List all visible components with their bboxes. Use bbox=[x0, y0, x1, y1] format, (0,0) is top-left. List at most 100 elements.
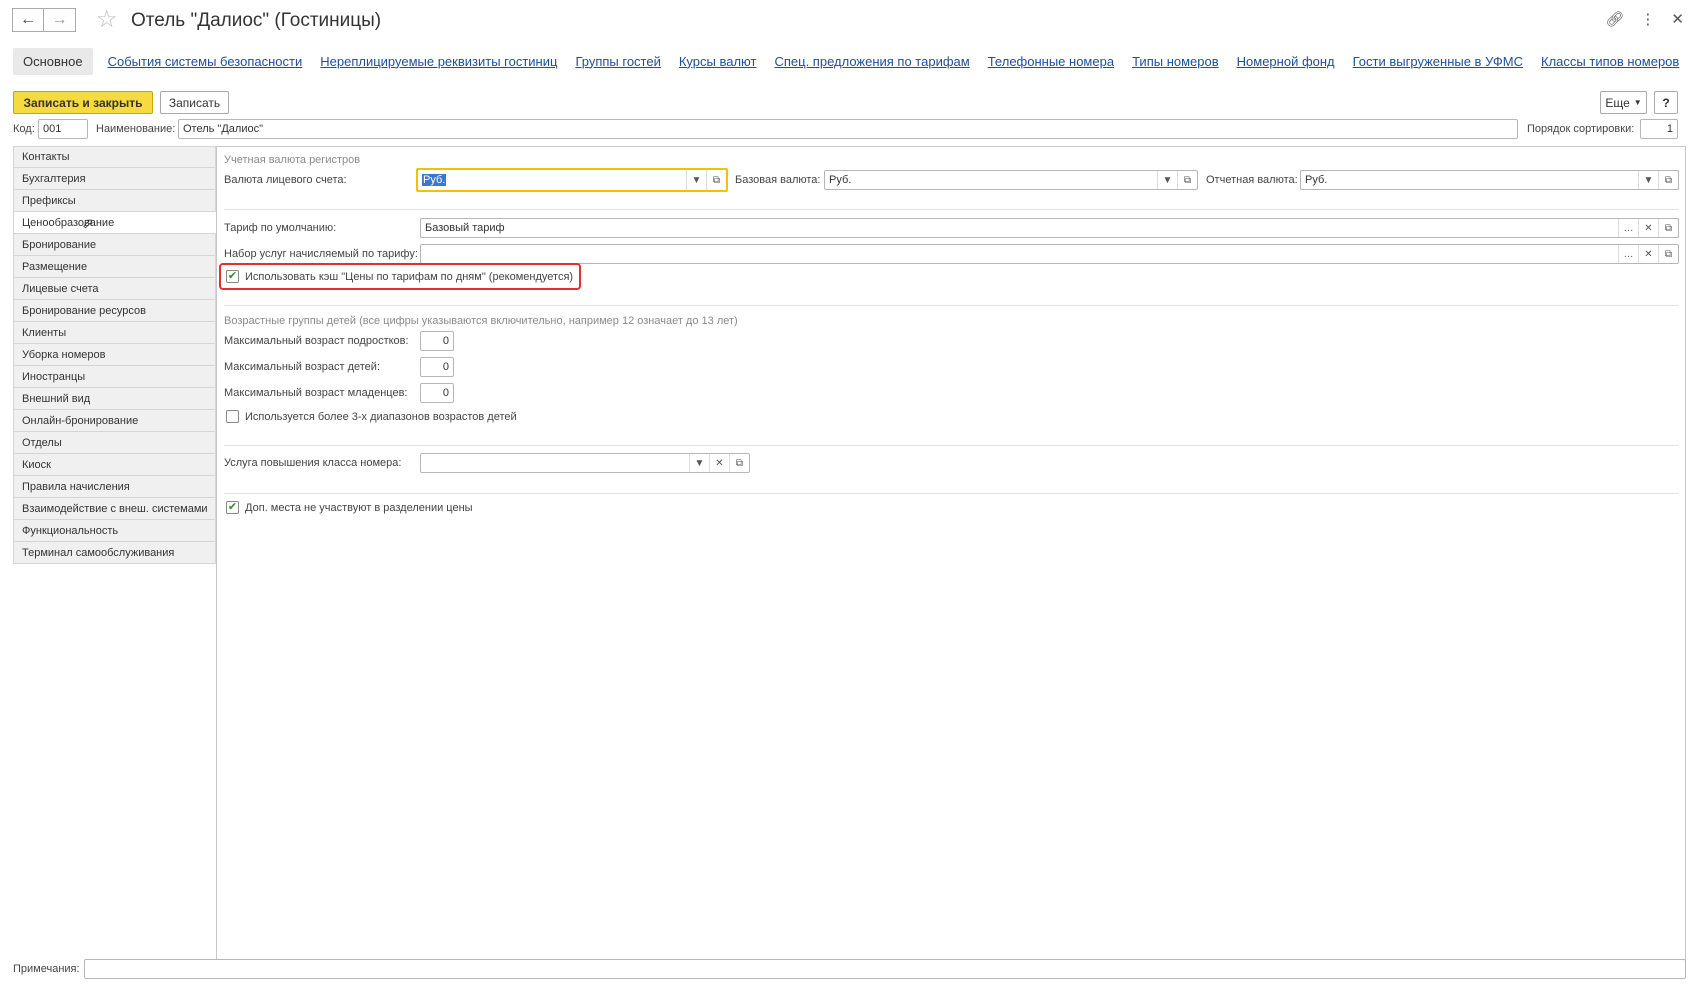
clear-icon[interactable]: ✕ bbox=[1638, 219, 1658, 237]
tab-main[interactable]: Основное bbox=[13, 47, 93, 75]
open-icon[interactable]: ⧉ bbox=[1658, 219, 1678, 237]
extra-beds-label: Доп. места не участвуют в разделении цен… bbox=[245, 501, 473, 514]
nav-buttons: ← → bbox=[12, 8, 76, 32]
sidebar: Контакты Бухгалтерия Префиксы Ценообразо… bbox=[13, 146, 216, 564]
sidebar-item-foreigners[interactable]: Иностранцы bbox=[13, 366, 216, 388]
sidebar-item-online-booking[interactable]: Онлайн-бронирование bbox=[13, 410, 216, 432]
sidebar-item-housekeeping[interactable]: Уборка номеров bbox=[13, 344, 216, 366]
sidebar-item-appearance[interactable]: Внешний вид bbox=[13, 388, 216, 410]
tab-ufms-guests[interactable]: Гости выгруженные в УФМС bbox=[1353, 54, 1523, 69]
sidebar-item-departments[interactable]: Отделы bbox=[13, 432, 216, 454]
tab-exchange-rates[interactable]: Курсы валют bbox=[679, 54, 757, 69]
tab-phone-numbers[interactable]: Телефонные номера bbox=[988, 54, 1114, 69]
sort-order-label: Порядок сортировки: bbox=[1527, 123, 1635, 135]
sidebar-item-accommodation[interactable]: Размещение bbox=[13, 256, 216, 278]
sidebar-item-functionality[interactable]: Функциональность bbox=[13, 520, 216, 542]
extra-beds-checkbox[interactable]: ✔ bbox=[226, 501, 239, 514]
report-currency-field[interactable]: Руб. ▼ ⧉ bbox=[1300, 170, 1679, 190]
services-set-field[interactable]: … ✕ ⧉ bbox=[420, 244, 1679, 264]
more-ranges-label: Используется более 3-х диапазонов возрас… bbox=[245, 410, 517, 423]
back-arrow-icon[interactable]: ← bbox=[12, 8, 44, 32]
code-field[interactable]: 001 bbox=[38, 119, 88, 139]
infant-age-label: Максимальный возраст младенцев: bbox=[224, 387, 408, 399]
separator bbox=[224, 445, 1679, 446]
name-field[interactable]: Отель "Далиос" bbox=[178, 119, 1518, 139]
tab-special-offers[interactable]: Спец. предложения по тарифам bbox=[774, 54, 969, 69]
use-cache-checkbox[interactable]: ✔ bbox=[226, 270, 239, 283]
tab-nonreplicated[interactable]: Нереплицируемые реквизиты гостиниц bbox=[320, 54, 557, 69]
sidebar-item-external-systems[interactable]: Взаимодействие с внеш. системами bbox=[13, 498, 216, 520]
sidebar-item-contacts[interactable]: Контакты bbox=[13, 146, 216, 168]
save-and-close-button[interactable]: Записать и закрыть bbox=[13, 91, 153, 114]
sidebar-item-accounting[interactable]: Бухгалтерия bbox=[13, 168, 216, 190]
sidebar-item-prefixes[interactable]: Префиксы bbox=[13, 190, 216, 212]
tab-guest-groups[interactable]: Группы гостей bbox=[575, 54, 660, 69]
save-button[interactable]: Записать bbox=[160, 91, 229, 114]
infant-age-field[interactable]: 0 bbox=[420, 383, 454, 403]
sidebar-item-resource-booking[interactable]: Бронирование ресурсов bbox=[13, 300, 216, 322]
open-icon[interactable]: ⧉ bbox=[1177, 171, 1197, 189]
open-icon[interactable]: ⧉ bbox=[1658, 245, 1678, 263]
code-label: Код: bbox=[13, 123, 35, 135]
teen-age-field[interactable]: 0 bbox=[420, 331, 454, 351]
dropdown-arrow-icon[interactable]: ▼ bbox=[689, 454, 709, 472]
upgrade-service-label: Услуга повышения класса номера: bbox=[224, 457, 402, 469]
sidebar-item-clients[interactable]: Клиенты bbox=[13, 322, 216, 344]
close-icon[interactable]: ✕ bbox=[1671, 10, 1684, 28]
notes-field[interactable] bbox=[84, 959, 1686, 979]
help-button[interactable]: ? bbox=[1654, 91, 1678, 114]
use-cache-label: Использовать кэш "Цены по тарифам по дня… bbox=[245, 270, 574, 283]
window-title: Отель "Далиос" (Гостиницы) bbox=[131, 10, 382, 31]
default-tariff-field[interactable]: Базовый тариф … ✕ ⧉ bbox=[420, 218, 1679, 238]
code-value: 001 bbox=[43, 123, 62, 135]
services-set-label: Набор услуг начисляемый по тарифу: bbox=[224, 248, 418, 260]
upgrade-service-field[interactable]: ▼ ✕ ⧉ bbox=[420, 453, 750, 473]
sidebar-item-pricing[interactable]: Ценообразование bbox=[13, 212, 216, 234]
base-currency-value: Руб. bbox=[829, 174, 852, 186]
more-vertical-icon[interactable]: ⋮ bbox=[1640, 10, 1655, 28]
star-icon[interactable]: ☆ bbox=[96, 8, 118, 32]
open-icon[interactable]: ⧉ bbox=[729, 454, 749, 472]
use-cache-option[interactable]: ✔ Использовать кэш "Цены по тарифам по д… bbox=[226, 270, 573, 283]
form-tabs: Основное События системы безопасности Не… bbox=[13, 47, 1688, 75]
ellipsis-icon[interactable]: … bbox=[1618, 245, 1638, 263]
extra-beds-option[interactable]: ✔ Доп. места не участвуют в разделении ц… bbox=[226, 501, 473, 514]
child-age-label: Максимальный возраст детей: bbox=[224, 361, 380, 373]
tab-room-types[interactable]: Типы номеров bbox=[1132, 54, 1219, 69]
more-button[interactable]: Еще ▼ bbox=[1600, 91, 1647, 114]
tab-security-events[interactable]: События системы безопасности bbox=[108, 54, 303, 69]
link-icon[interactable]: 🔗︎ bbox=[1605, 10, 1624, 28]
more-button-label: Еще bbox=[1605, 95, 1630, 110]
separator bbox=[224, 493, 1679, 494]
sidebar-item-self-service[interactable]: Терминал самообслуживания bbox=[13, 542, 216, 564]
sidebar-item-booking[interactable]: Бронирование bbox=[13, 234, 216, 256]
sidebar-item-folios[interactable]: Лицевые счета bbox=[13, 278, 216, 300]
ellipsis-icon[interactable]: … bbox=[1618, 219, 1638, 237]
sort-order-field[interactable]: 1 bbox=[1640, 119, 1678, 139]
separator bbox=[224, 305, 1679, 306]
more-ranges-checkbox[interactable] bbox=[226, 410, 239, 423]
tab-room-stock[interactable]: Номерной фонд bbox=[1237, 54, 1335, 69]
account-currency-field[interactable]: Руб. ▼ ⧉ bbox=[416, 168, 728, 192]
sidebar-item-kiosk[interactable]: Киоск bbox=[13, 454, 216, 476]
sort-order-value: 1 bbox=[1666, 123, 1673, 135]
base-currency-field[interactable]: Руб. ▼ ⧉ bbox=[824, 170, 1198, 190]
dropdown-arrow-icon[interactable]: ▼ bbox=[686, 170, 706, 190]
mouse-cursor-icon: ⬀ bbox=[82, 215, 94, 231]
sidebar-item-charge-rules[interactable]: Правила начисления bbox=[13, 476, 216, 498]
open-icon[interactable]: ⧉ bbox=[1658, 171, 1678, 189]
clear-icon[interactable]: ✕ bbox=[709, 454, 729, 472]
child-age-field[interactable]: 0 bbox=[420, 357, 454, 377]
default-tariff-value: Базовый тариф bbox=[425, 222, 505, 234]
tab-room-type-classes[interactable]: Классы типов номеров bbox=[1541, 54, 1679, 69]
currency-section-title: Учетная валюта регистров bbox=[224, 154, 361, 166]
base-currency-label: Базовая валюта: bbox=[735, 174, 821, 186]
name-label: Наименование: bbox=[96, 123, 176, 135]
open-icon[interactable]: ⧉ bbox=[706, 170, 726, 190]
dropdown-arrow-icon[interactable]: ▼ bbox=[1638, 171, 1658, 189]
forward-arrow-icon[interactable]: → bbox=[44, 8, 76, 32]
dropdown-arrow-icon[interactable]: ▼ bbox=[1157, 171, 1177, 189]
clear-icon[interactable]: ✕ bbox=[1638, 245, 1658, 263]
more-ranges-option[interactable]: Используется более 3-х диапазонов возрас… bbox=[226, 410, 517, 423]
name-value: Отель "Далиос" bbox=[183, 123, 263, 135]
